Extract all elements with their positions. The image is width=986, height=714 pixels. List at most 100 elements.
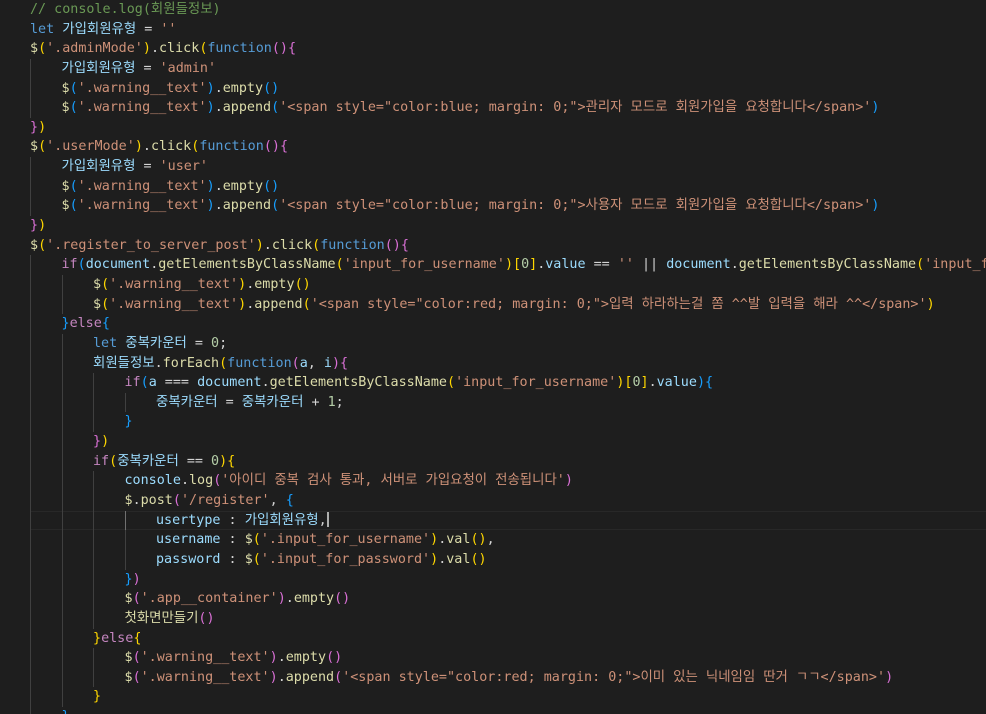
code-text: let 가입회원유형 = '' [30,22,176,37]
code-line[interactable]: } [30,412,986,433]
code-line[interactable]: $('.warning__text').append('<span style=… [30,98,986,118]
code-token-bracket2: { [279,139,288,155]
code-token-keyword: function [320,237,385,253]
code-line[interactable]: }) [30,432,986,452]
code-text: if(중복카운터 == 0){ [93,454,235,469]
code-line[interactable]: let 중복카운터 = 0; [30,333,986,354]
code-text: }else{ [93,631,141,646]
code-text: console.log('아이디 중복 검사 통과, 서버로 가입요청이 전송됩… [125,473,573,488]
code-token-bracket1: ( [109,453,118,469]
code-line[interactable]: 가입회원유형 = 'admin' [30,58,986,79]
code-token-bracket2: ( [172,493,181,509]
indent-guide [30,628,31,649]
code-token-function: $ [61,100,70,116]
code-token-bracket1: ) [142,41,151,57]
code-line[interactable]: $('.userMode').click(function(){ [30,137,986,157]
code-token-bracket1: ) [430,551,439,567]
code-token-bracket1: ) [101,434,110,450]
code-line[interactable]: $('.warning__text').empty() [30,274,986,295]
code-line[interactable]: } [30,707,986,714]
code-line[interactable]: $('.adminMode').click(function(){ [30,39,986,59]
code-token-bracket1: ] [640,375,649,391]
code-token-control: if [61,257,78,273]
code-text: $('.app__container').empty() [125,591,351,606]
code-token-variable: 중복카운터 [241,394,304,410]
code-token-string: '<span style="color:red; margin: 0;">이미 … [342,669,886,685]
code-token-variable: value [656,375,697,391]
code-line[interactable]: $.post('/register', { [30,491,986,511]
code-token-function: post [140,493,173,509]
code-lines[interactable]: // console.log(회원들정보) let 가입회원유형 = '' $('.… [30,0,986,714]
code-line[interactable]: let 가입회원유형 = '' [30,20,986,40]
code-line[interactable]: username : $('.input_for_username').val(… [30,530,986,550]
code-token-bracket2: () [334,591,351,607]
code-token-bracket3: { [101,316,110,332]
code-token-bracket1: } [93,630,102,646]
code-text: if(document.getElementsByClassName('inpu… [62,257,986,272]
indent-guide [61,471,63,492]
code-line[interactable]: $('.app__container').empty() [30,589,986,609]
code-token-function: $ [124,591,133,607]
code-token-default: === [156,375,198,391]
indent-guide [61,491,63,511]
code-token-bracket3: ) [206,100,215,116]
code-text: $('.warning__text').empty() [93,277,311,292]
code-token-bracket3: ( [140,375,149,391]
code-line[interactable]: $('.warning__text').append('<span style=… [30,294,986,315]
code-token-string: '.warning__text' [77,178,207,194]
code-token-bracket1: ) [430,532,439,548]
code-line[interactable]: 첫화면만들기() [30,608,986,629]
code-text: }) [30,218,46,233]
code-token-bracket1: ( [252,532,261,548]
code-token-default: . [277,669,286,685]
indent-guide [93,392,94,413]
code-line[interactable]: $('.warning__text').empty() [30,648,986,668]
code-token-string: 'input_for_username' [343,257,505,273]
code-token-bracket1: ( [252,551,261,567]
code-line[interactable]: if(a === document.getElementsByClassName… [30,373,986,393]
code-line[interactable]: // console.log(회원들정보) [30,0,986,20]
code-line[interactable]: 회원들정보.forEach(function(a, i){ [30,353,986,374]
code-token-bracket2: () [384,237,401,253]
code-editor[interactable]: // console.log(회원들정보) let 가입회원유형 = '' $('.… [0,0,986,714]
code-line-current[interactable]: usertype : 가입회원유형, [30,510,986,531]
indent-guide [61,530,63,550]
code-token-bracket1: () [470,551,487,567]
code-line[interactable]: }else{ [30,314,986,334]
code-line[interactable]: console.log('아이디 중복 검사 통과, 서버로 가입요청이 전송됩… [30,471,986,492]
code-line[interactable]: if(document.getElementsByClassName('inpu… [30,255,986,275]
code-line[interactable]: if(중복카운터 == 0){ [30,451,986,472]
code-line[interactable]: $('.register_to_server_post').click(func… [30,236,986,256]
code-token-variable: a [299,355,308,371]
code-token-keyword: function [199,139,264,155]
code-line[interactable]: $('.warning__text').append('<span style=… [30,196,986,217]
code-text: } [93,689,101,704]
indent-guide [30,78,31,99]
code-line[interactable]: } [30,687,986,708]
code-token-string: '.warning__text' [140,669,270,685]
code-token-bracket3: ( [69,80,78,96]
code-line[interactable]: 가입회원유형 = 'user' [30,157,986,177]
code-token-function: empty [254,276,295,292]
code-line[interactable]: }) [30,569,986,590]
code-token-bracket3: ( [69,100,78,116]
code-token-string: '/register' [180,493,270,509]
indent-guide [93,667,94,688]
code-line[interactable]: $('.warning__text').empty() [30,78,986,99]
code-line[interactable]: $('.warning__text').append('<span style=… [30,667,986,688]
code-token-function: log [189,473,214,489]
code-line[interactable]: }) [30,216,986,236]
code-token-string: '.input_for_password' [260,551,431,567]
code-line[interactable]: $('.warning__text').empty() [30,176,986,197]
code-line[interactable]: 중복카운터 = 중복카운터 + 1; [30,392,986,413]
code-text: $('.userMode').click(function(){ [30,139,288,154]
indent-guide [30,58,31,79]
code-token-string: 'admin' [159,60,217,76]
code-token-bracket1: ( [38,41,47,57]
code-line[interactable]: }else{ [30,628,986,649]
code-line[interactable]: password : $('.input_for_password').val(… [30,549,986,570]
code-line[interactable]: }) [30,118,986,138]
code-token-bracket2: } [93,434,102,450]
indent-guide [61,274,63,295]
code-token-bracket1: ) [219,453,228,469]
